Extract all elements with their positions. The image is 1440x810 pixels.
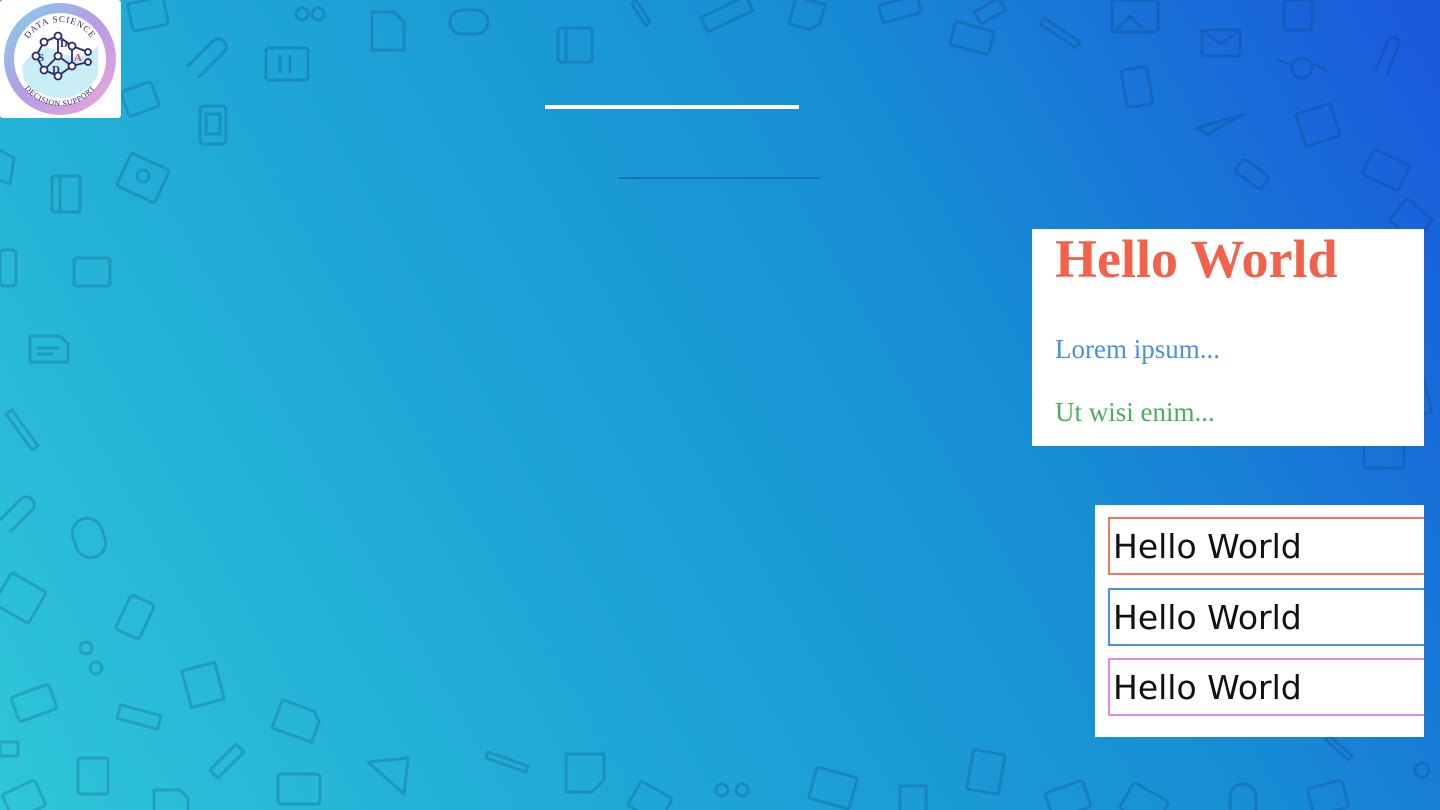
file-icon	[370, 10, 406, 52]
phone-icon	[1282, 0, 1314, 32]
mouse-icon	[1228, 782, 1258, 810]
document-icon	[270, 698, 321, 744]
set-square-icon	[1194, 112, 1246, 136]
envelope-icon	[1200, 28, 1242, 58]
phone-icon	[115, 594, 155, 640]
subtitle-underline	[619, 177, 821, 179]
tablet-icon	[1306, 778, 1350, 810]
wallet-icon	[1043, 779, 1093, 810]
mouse-icon	[448, 8, 490, 36]
scissors-icon	[714, 782, 750, 798]
html-preview-panel: Hello World Lorem ipsum... Ut wisi enim.…	[1032, 229, 1424, 446]
set-square-icon	[366, 756, 410, 796]
logo: S D D A DATA SCIENCE DECISION SUPPORT	[0, 0, 121, 118]
image-icon	[115, 152, 171, 204]
pencil-icon	[4, 408, 40, 452]
preview-heading: Hello World	[1055, 229, 1338, 289]
phone-icon	[1120, 65, 1154, 109]
mouse-icon	[70, 516, 108, 560]
text-input-pink-border[interactable]	[1108, 658, 1424, 716]
note-icon	[564, 752, 606, 794]
glasses-icon	[78, 640, 104, 676]
preview-paragraph-green: Ut wisi enim...	[1055, 397, 1215, 427]
image-icon	[1118, 781, 1170, 810]
ruler-icon	[115, 703, 163, 731]
tablet-icon	[627, 780, 673, 810]
tablet-icon	[72, 256, 112, 288]
notebook-icon	[50, 174, 82, 214]
notebook-icon	[965, 748, 1007, 796]
ruler-icon	[699, 0, 755, 34]
text-input-blue-border[interactable]	[1108, 588, 1424, 646]
logo-letter-a: A	[74, 52, 82, 64]
notebook-icon	[556, 26, 594, 64]
document-icon	[28, 334, 70, 364]
phone-icon	[0, 248, 18, 288]
document-icon	[126, 0, 170, 33]
document-icon	[152, 788, 190, 810]
logo-letter-d: D	[52, 64, 60, 76]
wallet-icon	[119, 80, 161, 118]
text-input-red-border[interactable]	[1108, 517, 1424, 575]
pencil-icon	[630, 0, 652, 28]
card-icon	[948, 20, 996, 56]
document-icon	[0, 571, 48, 625]
clip-icon	[0, 495, 36, 533]
phone-icon	[198, 104, 228, 146]
usb-icon	[0, 740, 20, 758]
notebook-icon	[76, 756, 110, 796]
image-icon	[1110, 0, 1160, 34]
wallet-icon	[276, 772, 322, 806]
receipt-icon	[1294, 101, 1342, 149]
usb-icon	[1234, 158, 1270, 190]
pencil-icon	[1038, 16, 1082, 50]
tablet-icon	[1, 779, 47, 810]
wallet-icon	[0, 148, 16, 186]
preview-paragraph-blue: Lorem ipsum...	[1055, 334, 1220, 364]
wallet-icon	[1362, 442, 1406, 470]
pencil-icon	[484, 750, 530, 774]
notebook-icon	[807, 766, 859, 810]
scissors-icon	[1413, 761, 1431, 779]
clip-icon	[1374, 35, 1401, 76]
ruler-icon	[972, 0, 1008, 26]
scissors-icon	[294, 6, 326, 22]
logo-letter-d: D	[60, 38, 68, 50]
card-icon	[10, 683, 58, 723]
title-underline	[545, 105, 799, 109]
stamp-icon	[1361, 148, 1411, 192]
input-demo-panel	[1095, 505, 1424, 737]
document-icon	[787, 0, 827, 31]
clip-icon	[186, 37, 228, 79]
lock-icon	[1276, 56, 1328, 80]
receipt-icon	[180, 660, 226, 710]
notebook-icon	[264, 46, 310, 82]
tablet-icon	[877, 0, 923, 24]
pencil-icon	[1324, 734, 1354, 762]
receipt-icon	[898, 784, 928, 810]
logo-letter-s: S	[38, 52, 44, 64]
marker-icon	[208, 742, 246, 780]
